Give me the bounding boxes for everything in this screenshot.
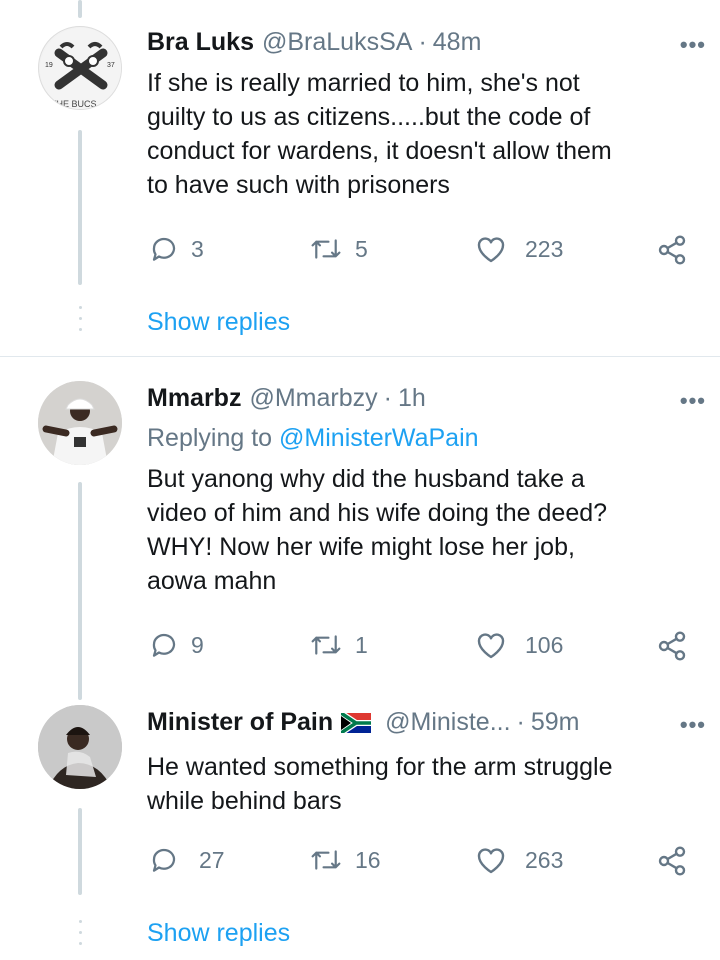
tweet-text-line: conduct for wardens, it doesn't allow th… — [147, 137, 612, 165]
share-icon — [658, 631, 686, 661]
share-button[interactable] — [655, 234, 689, 266]
svg-text:THE BUCS: THE BUCS — [51, 99, 97, 109]
retweet-icon — [311, 850, 341, 870]
heart-icon — [477, 237, 505, 263]
share-icon — [658, 235, 686, 265]
reply-button[interactable]: 9 — [149, 630, 204, 660]
tweet-text: But yanong why did the husband take a vi… — [147, 462, 697, 598]
tweet-header: Bra Luks @BraLuksSA · 48m — [147, 28, 706, 57]
tweet-text-line: while behind bars — [147, 787, 342, 815]
retweet-count: 16 — [355, 846, 381, 873]
show-replies-link[interactable]: Show replies — [147, 308, 290, 337]
more-icon[interactable]: ••• — [680, 712, 706, 738]
thread-line — [78, 130, 82, 285]
south-africa-flag-icon — [341, 712, 372, 733]
timestamp[interactable]: 1h — [398, 384, 426, 413]
replying-to: Replying to @MinisterWaPain — [147, 424, 479, 453]
separator: · — [516, 708, 525, 736]
thread-line-top — [78, 0, 82, 18]
reply-count: 27 — [199, 846, 225, 873]
like-button[interactable]: 223 — [475, 234, 563, 264]
retweet-count: 1 — [355, 631, 368, 658]
tweet-text-line: to have such with prisoners — [147, 171, 450, 199]
avatar[interactable]: 19 37 THE BUCS — [38, 26, 122, 110]
tweet-text: If she is really married to him, she's n… — [147, 66, 697, 202]
reply-icon — [152, 848, 176, 872]
avatar-photo-image — [38, 381, 122, 465]
heart-icon — [477, 848, 505, 874]
tweet-text-line: aowa mahn — [147, 567, 277, 595]
thread-line — [78, 482, 82, 700]
share-icon — [658, 846, 686, 876]
tweet-actions: 3 5 223 — [147, 234, 692, 266]
share-button[interactable] — [655, 845, 689, 877]
like-count: 106 — [525, 631, 564, 658]
heart-icon — [477, 633, 505, 659]
retweet-button[interactable]: 5 — [309, 234, 368, 264]
tweet-text-line: He wanted something for the arm struggle — [147, 753, 613, 781]
like-count: 263 — [525, 846, 564, 873]
timestamp[interactable]: 48m — [433, 28, 482, 57]
thread-line — [78, 808, 82, 895]
show-replies-link[interactable]: Show replies — [147, 919, 290, 948]
thread-dots — [78, 306, 82, 331]
reply-icon — [152, 237, 176, 261]
user-handle[interactable]: @Mmarbzy — [249, 384, 377, 413]
reply-count: 9 — [191, 631, 204, 658]
user-handle[interactable]: @BraLuksSA — [262, 28, 412, 57]
tweet-actions: 27 16 263 — [147, 845, 692, 877]
retweet-count: 5 — [355, 235, 368, 262]
tweet-header: Minister of Pain @Ministe... · 59m — [147, 708, 706, 737]
tweet-actions: 9 1 106 — [147, 630, 692, 662]
svg-text:37: 37 — [107, 62, 115, 69]
tweet-text-line: WHY! Now her wife might lose her job, — [147, 533, 575, 561]
avatar-logo-image: 19 37 THE BUCS — [40, 28, 121, 109]
tweet-text-line: guilty to us as citizens.....but the cod… — [147, 103, 591, 131]
reply-button[interactable]: 27 — [149, 845, 225, 875]
retweet-button[interactable]: 1 — [309, 630, 368, 660]
divider — [0, 356, 720, 357]
tweet-text: He wanted something for the arm struggle… — [147, 750, 697, 818]
reply-count: 3 — [191, 235, 204, 262]
reply-icon — [152, 633, 176, 657]
tweet-text-line: But yanong why did the husband take a — [147, 465, 585, 493]
tweet-text-line: video of him and his wife doing the deed… — [147, 499, 608, 527]
reply-button[interactable]: 3 — [149, 234, 204, 264]
like-count: 223 — [525, 235, 564, 262]
more-icon[interactable]: ••• — [680, 388, 706, 414]
separator: · — [383, 384, 392, 412]
more-icon[interactable]: ••• — [680, 32, 706, 58]
avatar-photo-image — [38, 705, 122, 789]
tweet-header: Mmarbz @Mmarbzy · 1h — [147, 384, 706, 413]
like-button[interactable]: 263 — [475, 845, 563, 875]
like-button[interactable]: 106 — [475, 630, 563, 660]
share-button[interactable] — [655, 630, 689, 662]
replying-to-mention[interactable]: @MinisterWaPain — [279, 424, 479, 452]
separator: · — [418, 28, 427, 56]
display-name[interactable]: Bra Luks — [147, 28, 254, 57]
replying-to-label: Replying to — [147, 424, 273, 452]
user-handle[interactable]: @Ministe... — [385, 708, 510, 737]
retweet-icon — [311, 239, 341, 259]
display-name[interactable]: Mmarbz — [147, 384, 241, 413]
display-name[interactable]: Minister of Pain — [147, 708, 333, 737]
tweet-text-line: If she is really married to him, she's n… — [147, 69, 580, 97]
timestamp[interactable]: 59m — [531, 708, 580, 737]
retweet-icon — [311, 635, 341, 655]
retweet-button[interactable]: 16 — [309, 845, 381, 875]
avatar[interactable] — [38, 381, 122, 465]
thread-dots — [78, 920, 82, 945]
avatar[interactable] — [38, 705, 122, 789]
svg-text:19: 19 — [45, 62, 53, 69]
